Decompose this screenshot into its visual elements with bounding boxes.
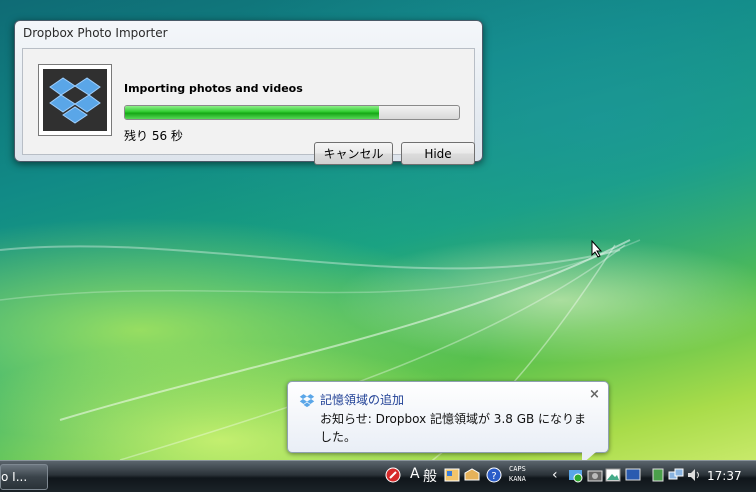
time-remaining: 残り 56 秒 xyxy=(124,129,183,143)
show-hidden-icons-chevron-icon[interactable]: ‹ xyxy=(552,467,558,483)
clock[interactable]: 17:37 xyxy=(707,469,742,483)
ime-kanji-indicator[interactable]: 般 xyxy=(423,466,437,486)
notification-message: お知らせ: Dropbox 記憶領域が 3.8 GB になりました。 xyxy=(320,412,587,444)
help-icon[interactable]: ? xyxy=(486,467,502,483)
dropbox-icon xyxy=(299,393,315,411)
camera-tray-icon[interactable] xyxy=(587,467,603,483)
volume-icon[interactable] xyxy=(686,467,702,483)
kana-label: KANA xyxy=(509,475,526,483)
window-title: Dropbox Photo Importer xyxy=(23,26,168,40)
taskbar: o I... A 般 ? CAPS KANA ‹ 17:37 xyxy=(0,460,756,492)
dialog-content: Importing photos and videos 残り 56 秒 キャンセ… xyxy=(22,48,475,165)
caps-kana-indicator: CAPS KANA xyxy=(509,464,526,484)
import-progress-bar xyxy=(124,105,460,120)
dropbox-tray-icon[interactable] xyxy=(568,467,584,483)
photo-importer-window: Dropbox Photo Importer Importing photos … xyxy=(14,20,483,165)
safely-remove-hardware-icon[interactable] xyxy=(650,467,666,483)
import-heading: Importing photos and videos xyxy=(124,82,303,95)
monitor-tray-icon[interactable] xyxy=(625,467,641,483)
mouse-cursor-icon xyxy=(591,240,603,258)
ime-tools-icon[interactable] xyxy=(464,467,480,483)
svg-text:?: ? xyxy=(491,471,496,482)
hide-button[interactable]: Hide xyxy=(401,142,475,165)
network-icon[interactable] xyxy=(668,467,684,483)
ime-pad-icon[interactable] xyxy=(444,467,460,483)
logo-frame xyxy=(38,64,112,136)
dropbox-logo-icon xyxy=(43,69,107,131)
photo-tray-icon[interactable] xyxy=(605,467,621,483)
caps-label: CAPS xyxy=(509,465,526,473)
progress-fill xyxy=(125,106,379,119)
language-bar-icon[interactable] xyxy=(385,467,401,483)
taskbar-window-button[interactable]: o I... xyxy=(0,464,48,490)
close-icon[interactable]: × xyxy=(589,387,600,402)
notification-title: 記憶領域の追加 xyxy=(320,393,405,407)
cancel-button[interactable]: キャンセル xyxy=(314,142,393,165)
storage-notification-balloon[interactable]: 記憶領域の追加 お知らせ: Dropbox 記憶領域が 3.8 GB になりまし… xyxy=(287,381,609,453)
ime-mode-indicator[interactable]: A xyxy=(410,466,420,482)
